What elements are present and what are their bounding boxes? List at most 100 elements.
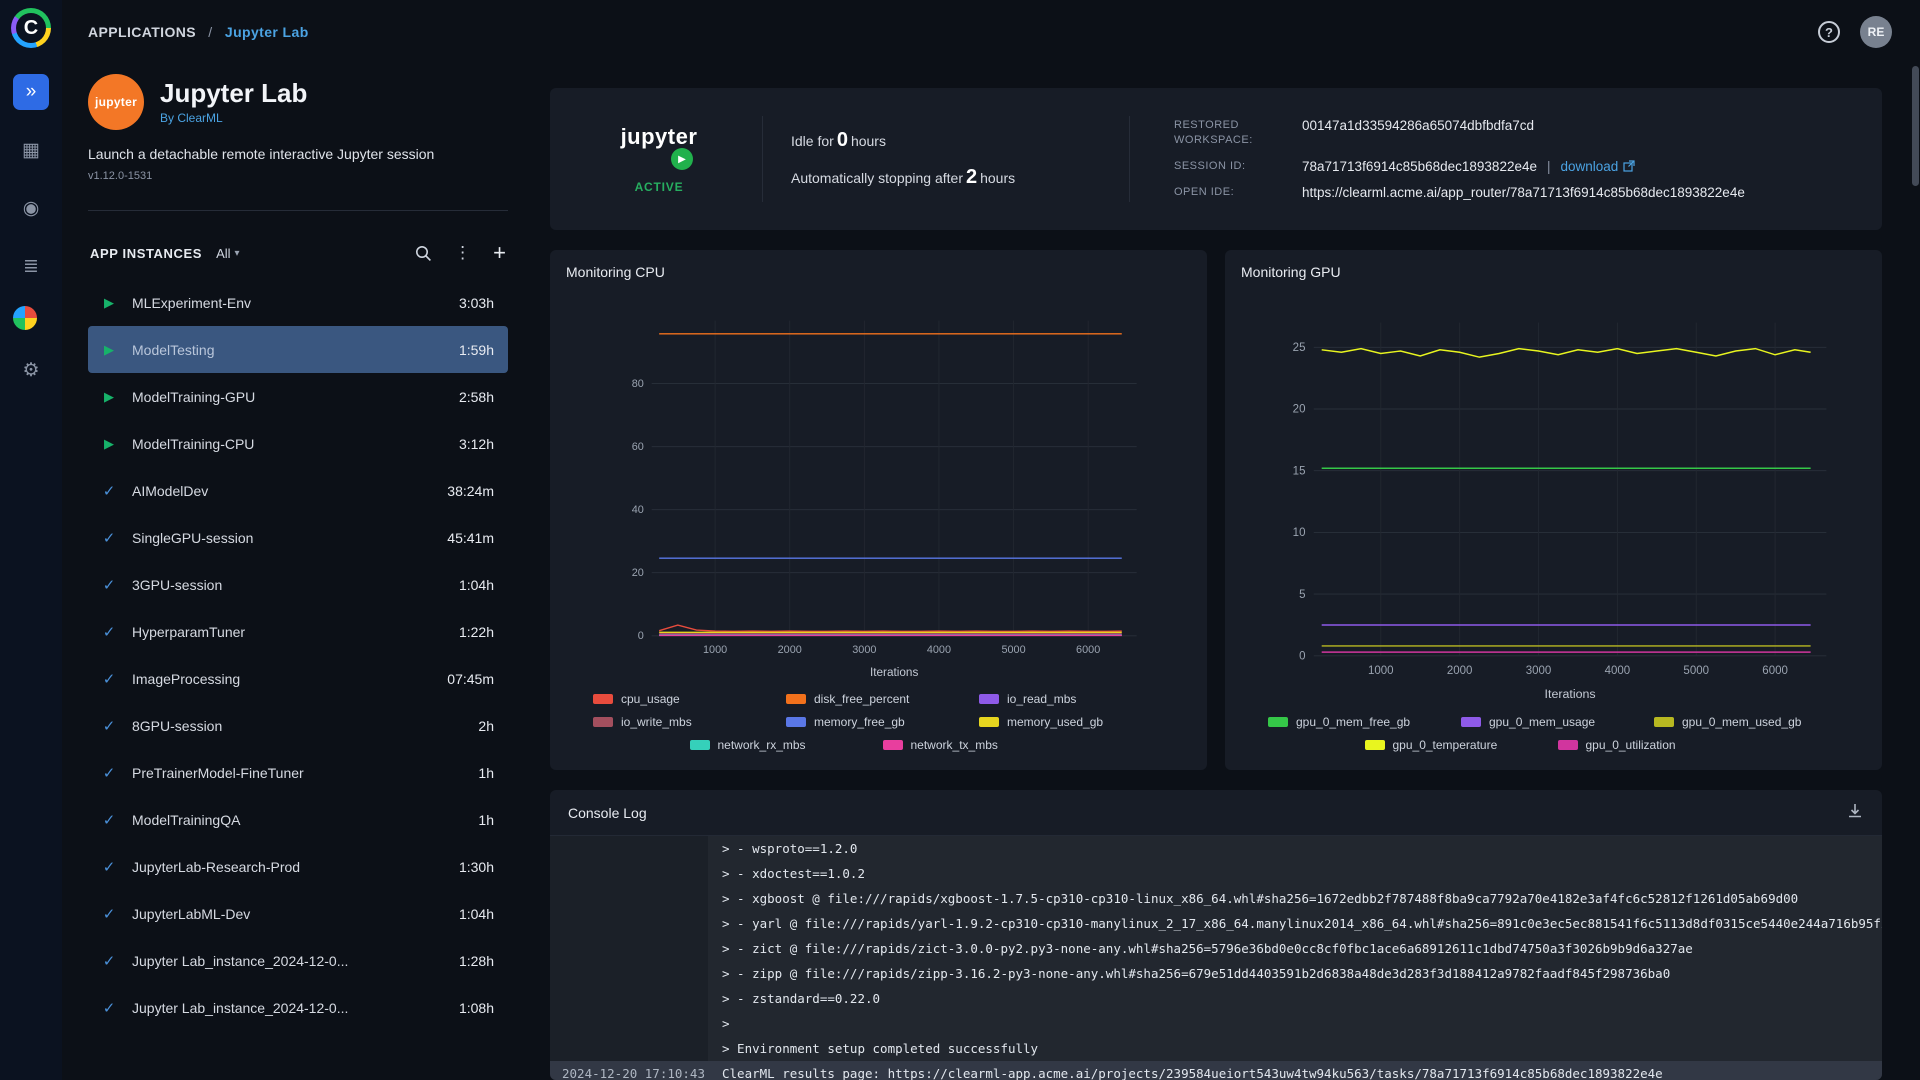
instance-name: MLExperiment-Env — [132, 294, 252, 311]
legend-item[interactable]: memory_used_gb — [979, 715, 1164, 729]
breadcrumb-applications[interactable]: APPLICATIONS — [88, 24, 196, 40]
projects-icon[interactable]: ▦ — [13, 132, 49, 168]
help-icon[interactable]: ? — [1818, 21, 1840, 43]
nav-rail: C » ▦ ◉ ≣ ⚙ — [0, 0, 62, 1080]
legend-item[interactable]: gpu_0_mem_usage — [1461, 715, 1646, 729]
svg-text:5000: 5000 — [1683, 665, 1709, 677]
breadcrumb-separator: / — [208, 24, 213, 40]
legend-swatch — [1461, 717, 1481, 727]
instance-row[interactable]: ✓ JupyterLab-Research-Prod 1:30h — [88, 843, 508, 890]
gpu-chart[interactable]: 0 5 10 15 20 25 1000 2000 3000 4000 5000 6000 Iterat… — [1241, 284, 1866, 711]
instance-row[interactable]: ▶ ModelTraining-CPU 3:12h — [88, 420, 508, 467]
legend-item[interactable]: disk_free_percent — [786, 692, 971, 706]
pipelines-icon[interactable]: ≣ — [13, 248, 49, 284]
legend-swatch — [882, 740, 903, 750]
legend-item[interactable]: memory_free_gb — [786, 715, 971, 729]
instance-row[interactable]: ▶ ModelTraining-GPU 2:58h — [88, 373, 508, 420]
legend-item[interactable]: cpu_usage — [593, 692, 778, 706]
applications-icon[interactable]: » — [13, 74, 49, 110]
instance-duration: 45:41m — [447, 529, 494, 546]
hyperdatasets-icon[interactable] — [13, 306, 37, 330]
instance-name: Jupyter Lab_instance_2024-12-0... — [132, 952, 349, 969]
legend-item[interactable]: gpu_0_utilization — [1557, 738, 1743, 752]
console-log-line: > - xdoctest==1.0.2 — [550, 861, 1882, 886]
svg-text:80: 80 — [632, 378, 644, 390]
log-text: > — [722, 1016, 730, 1031]
legend-item[interactable]: network_rx_mbs — [689, 738, 875, 752]
console-log-line: > - zstandard==0.22.0 — [550, 986, 1882, 1011]
gpu-chart[interactable]: 0 5 10 15 20 25 1000 2000 3000 4000 5000 6000 Iterat… — [1241, 284, 1866, 711]
instance-name: 8GPU-session — [132, 717, 223, 734]
legend-swatch — [593, 694, 613, 704]
log-text: ClearML results page: https://clearml-ap… — [722, 1066, 1663, 1080]
search-icon[interactable] — [415, 245, 432, 262]
instance-duration: 1:04h — [458, 905, 494, 922]
instance-row[interactable]: ✓ JupyterLabML-Dev 1:04h — [88, 890, 508, 937]
instances-toolbar: APP INSTANCES All ▾ ⋮ + — [88, 233, 508, 273]
console-log-line: > - zict @ file:///rapids/zict-3.0.0-py2… — [550, 936, 1882, 961]
app-byline-link[interactable]: By ClearML — [160, 111, 307, 125]
kebab-menu-icon[interactable]: ⋮ — [454, 243, 471, 263]
status-running-icon: ▶ — [104, 435, 114, 451]
instance-row[interactable]: ▶ ModelTesting 1:59h — [88, 326, 508, 373]
cpu-chart[interactable]: 0 20 40 60 80 1000 2000 3000 4000 5000 6000 Iterati… — [566, 284, 1191, 688]
svg-text:3000: 3000 — [1526, 665, 1552, 677]
nav-rail-items: » ▦ ◉ ≣ ⚙ — [13, 74, 49, 410]
chevron-down-icon: ▾ — [234, 247, 240, 259]
instance-row[interactable]: ✓ AIModelDev 38:24m — [88, 467, 508, 514]
instance-row[interactable]: ✓ Jupyter Lab_instance_2024-12-0... 1:08h — [88, 984, 508, 1031]
legend-item[interactable]: io_read_mbs — [979, 692, 1164, 706]
instance-duration: 3:12h — [458, 435, 494, 452]
clearml-logo-icon[interactable]: C — [11, 8, 51, 48]
instances-filter-dropdown[interactable]: All ▾ — [216, 246, 239, 261]
console-log-body[interactable]: > - wsproto==1.2.0 > - xdoctest==1.0.2 > -… — [550, 836, 1882, 1080]
legend-label: gpu_0_mem_free_gb — [1296, 715, 1411, 729]
cpu-chart[interactable]: 0 20 40 60 80 1000 2000 3000 4000 5000 6000 Iterati… — [566, 284, 1191, 688]
instance-row[interactable]: ✓ ImageProcessing 07:45m — [88, 655, 508, 702]
app-description: Launch a detachable remote interactive J… — [88, 146, 435, 162]
models-icon[interactable]: ◉ — [13, 190, 49, 226]
page-scrollbar[interactable] — [1912, 66, 1919, 186]
instance-row[interactable]: ✓ Jupyter Lab_instance_2024-12-0... 1:28h — [88, 937, 508, 984]
status-completed-icon: ✓ — [102, 858, 116, 876]
svg-text:25: 25 — [1293, 342, 1306, 354]
workers-queues-icon[interactable]: ⚙ — [13, 352, 49, 388]
instance-row[interactable]: ✓ 8GPU-session 2h — [88, 702, 508, 749]
status-completed-icon: ✓ — [102, 905, 116, 923]
download-log-icon[interactable] — [1846, 802, 1864, 823]
instance-duration: 1h — [478, 764, 494, 781]
svg-text:Iterations: Iterations — [1545, 687, 1596, 701]
legend-item[interactable]: gpu_0_mem_free_gb — [1268, 715, 1453, 729]
legend-label: io_write_mbs — [621, 715, 692, 729]
instance-row[interactable]: ✓ HyperparamTuner 1:22h — [88, 608, 508, 655]
console-log-card: Console Log > - wsproto==1.2.0 > - xdocte… — [550, 790, 1882, 1080]
instance-row[interactable]: ✓ SingleGPU-session 45:41m — [88, 514, 508, 561]
svg-text:0: 0 — [1299, 650, 1305, 662]
instance-row[interactable]: ✓ ModelTrainingQA 1h — [88, 796, 508, 843]
open-ide-url[interactable]: https://clearml.acme.ai/app_router/78a71… — [1302, 185, 1745, 200]
instance-row[interactable]: ✓ PreTrainerModel-FineTuner 1h — [88, 749, 508, 796]
legend-item[interactable]: io_write_mbs — [593, 715, 778, 729]
instance-duration: 2h — [478, 717, 494, 734]
download-workspace-link[interactable]: download — [1561, 159, 1636, 174]
legend-item[interactable]: gpu_0_temperature — [1364, 738, 1550, 752]
log-timestamp: 2024-12-20 17:10:43 — [562, 1066, 705, 1080]
instance-duration: 38:24m — [447, 482, 494, 499]
instance-name: HyperparamTuner — [132, 623, 246, 640]
add-instance-button[interactable]: + — [493, 240, 506, 266]
instance-name: ImageProcessing — [132, 670, 241, 687]
instance-row[interactable]: ✓ 3GPU-session 1:04h — [88, 561, 508, 608]
legend-item[interactable]: network_tx_mbs — [882, 738, 1068, 752]
jupyter-logo-text: jupyter — [620, 124, 698, 149]
instance-duration: 1:30h — [458, 858, 494, 875]
legend-swatch — [593, 717, 613, 727]
avatar[interactable]: RE — [1860, 16, 1892, 48]
chart-title: Monitoring GPU — [1241, 264, 1341, 280]
svg-text:6000: 6000 — [1076, 644, 1100, 656]
console-log-line: 2024-12-20 17:10:43 ClearML results page:… — [550, 1061, 1882, 1080]
instance-list: ▶ MLExperiment-Env 3:03h ▶ ModelTesting 1:59h… — [88, 279, 508, 1080]
open-ide-row: OPEN IDE: https://clearml.acme.ai/app_ro… — [1174, 185, 1848, 200]
log-text: > - xdoctest==1.0.2 — [722, 866, 865, 881]
instance-row[interactable]: ▶ MLExperiment-Env 3:03h — [88, 279, 508, 326]
legend-item[interactable]: gpu_0_mem_used_gb — [1654, 715, 1839, 729]
